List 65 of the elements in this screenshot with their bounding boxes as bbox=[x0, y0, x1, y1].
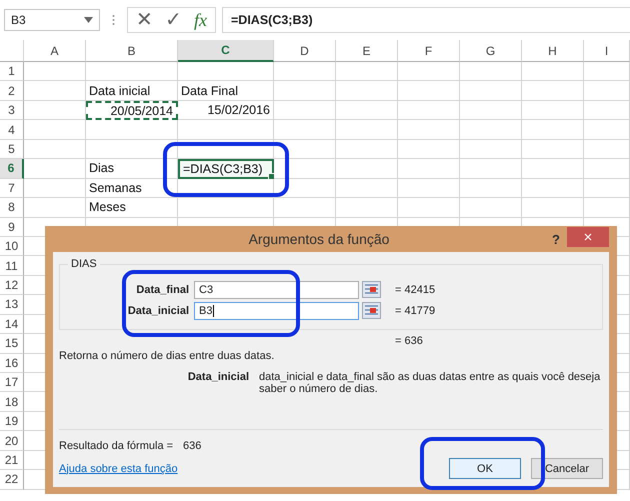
argument-field[interactable]: B3 bbox=[194, 302, 359, 320]
name-box[interactable]: B3 bbox=[4, 9, 100, 31]
column-header[interactable]: I bbox=[584, 40, 630, 62]
column-header[interactable]: F bbox=[398, 40, 460, 62]
row-header[interactable]: 16 bbox=[0, 354, 24, 373]
argument-name: Data_inicial bbox=[186, 371, 249, 385]
row-header[interactable]: 4 bbox=[0, 120, 24, 140]
row-header[interactable]: 19 bbox=[0, 412, 24, 432]
row-header[interactable]: 11 bbox=[0, 256, 24, 276]
table-cell: 15/02/2016 bbox=[178, 100, 274, 120]
group-label: DIAS bbox=[68, 258, 100, 270]
column-header[interactable]: G bbox=[460, 40, 522, 62]
argument-field[interactable]: C3 bbox=[194, 280, 359, 298]
row-header[interactable]: 1 bbox=[0, 62, 24, 82]
row-header[interactable]: 18 bbox=[0, 392, 24, 412]
help-link[interactable]: Ajuda sobre esta função bbox=[59, 462, 178, 474]
column-header[interactable]: H bbox=[522, 40, 584, 62]
function-result: = 636 bbox=[394, 335, 424, 347]
row-header[interactable]: 21 bbox=[0, 450, 24, 470]
argument-label: Data_final bbox=[135, 284, 190, 296]
row-header[interactable]: 17 bbox=[0, 373, 24, 392]
column-header[interactable]: B bbox=[86, 40, 178, 62]
row-header[interactable]: 10 bbox=[0, 236, 24, 256]
column-header[interactable]: D bbox=[274, 40, 336, 62]
formula-field[interactable]: =DIAS(C3;B3) bbox=[222, 7, 630, 33]
row-header[interactable]: 6 bbox=[0, 159, 24, 179]
table-cell: Meses bbox=[86, 198, 178, 218]
row-header[interactable]: 22 bbox=[0, 470, 24, 490]
row-header[interactable]: 12 bbox=[0, 276, 24, 296]
argument-label: Data_inicial bbox=[126, 304, 190, 316]
dialog-title: Argumentos da função bbox=[248, 231, 390, 247]
row-header[interactable]: 15 bbox=[0, 334, 24, 354]
row-header[interactable]: 2 bbox=[0, 81, 24, 101]
dialog-button[interactable]: OK bbox=[449, 458, 521, 479]
grip-icon bbox=[112, 14, 115, 26]
row-header[interactable]: 20 bbox=[0, 431, 24, 451]
table-cell: 20/05/2014 bbox=[86, 100, 178, 120]
function-description: Retorna o número de dias entre duas datas. bbox=[59, 350, 276, 362]
argument-description: data_inicial e data_final são as duas datas entre as quais você deseja saber o número de dias. bbox=[259, 371, 602, 395]
result-label: Resultado da fórmula = bbox=[59, 440, 174, 452]
enter-button[interactable]: ✓ bbox=[165, 10, 182, 30]
row-header[interactable]: 13 bbox=[0, 295, 24, 315]
column-header[interactable]: A bbox=[24, 40, 86, 62]
argument-value: = 42415 bbox=[394, 284, 436, 296]
column-header[interactable]: E bbox=[336, 40, 398, 62]
column-header[interactable]: C bbox=[178, 40, 274, 62]
table-cell: =DIAS(C3;B3) bbox=[178, 159, 274, 179]
dropdown-caret-icon[interactable] bbox=[84, 17, 93, 23]
cancel-button[interactable]: ✕ bbox=[136, 10, 153, 30]
table-cell: Data inicial bbox=[86, 81, 178, 101]
insert-function-button[interactable]: fx bbox=[194, 10, 207, 30]
result-value: 636 bbox=[183, 440, 202, 452]
table-cell: Data Final bbox=[178, 81, 274, 101]
row-header[interactable]: 9 bbox=[0, 218, 24, 237]
argument-value: = 41779 bbox=[394, 304, 436, 316]
dialog-button[interactable]: Cancelar bbox=[531, 458, 603, 479]
row-header[interactable]: 7 bbox=[0, 178, 24, 198]
row-header[interactable]: 14 bbox=[0, 314, 24, 334]
help-button[interactable]: ? bbox=[545, 232, 567, 246]
row-header[interactable]: 8 bbox=[0, 198, 24, 218]
range-select-icon[interactable] bbox=[362, 281, 381, 298]
row-header[interactable]: 3 bbox=[0, 100, 24, 120]
range-select-icon[interactable] bbox=[362, 302, 381, 319]
table-cell: Semanas bbox=[86, 178, 178, 198]
close-button[interactable]: × bbox=[567, 227, 609, 247]
